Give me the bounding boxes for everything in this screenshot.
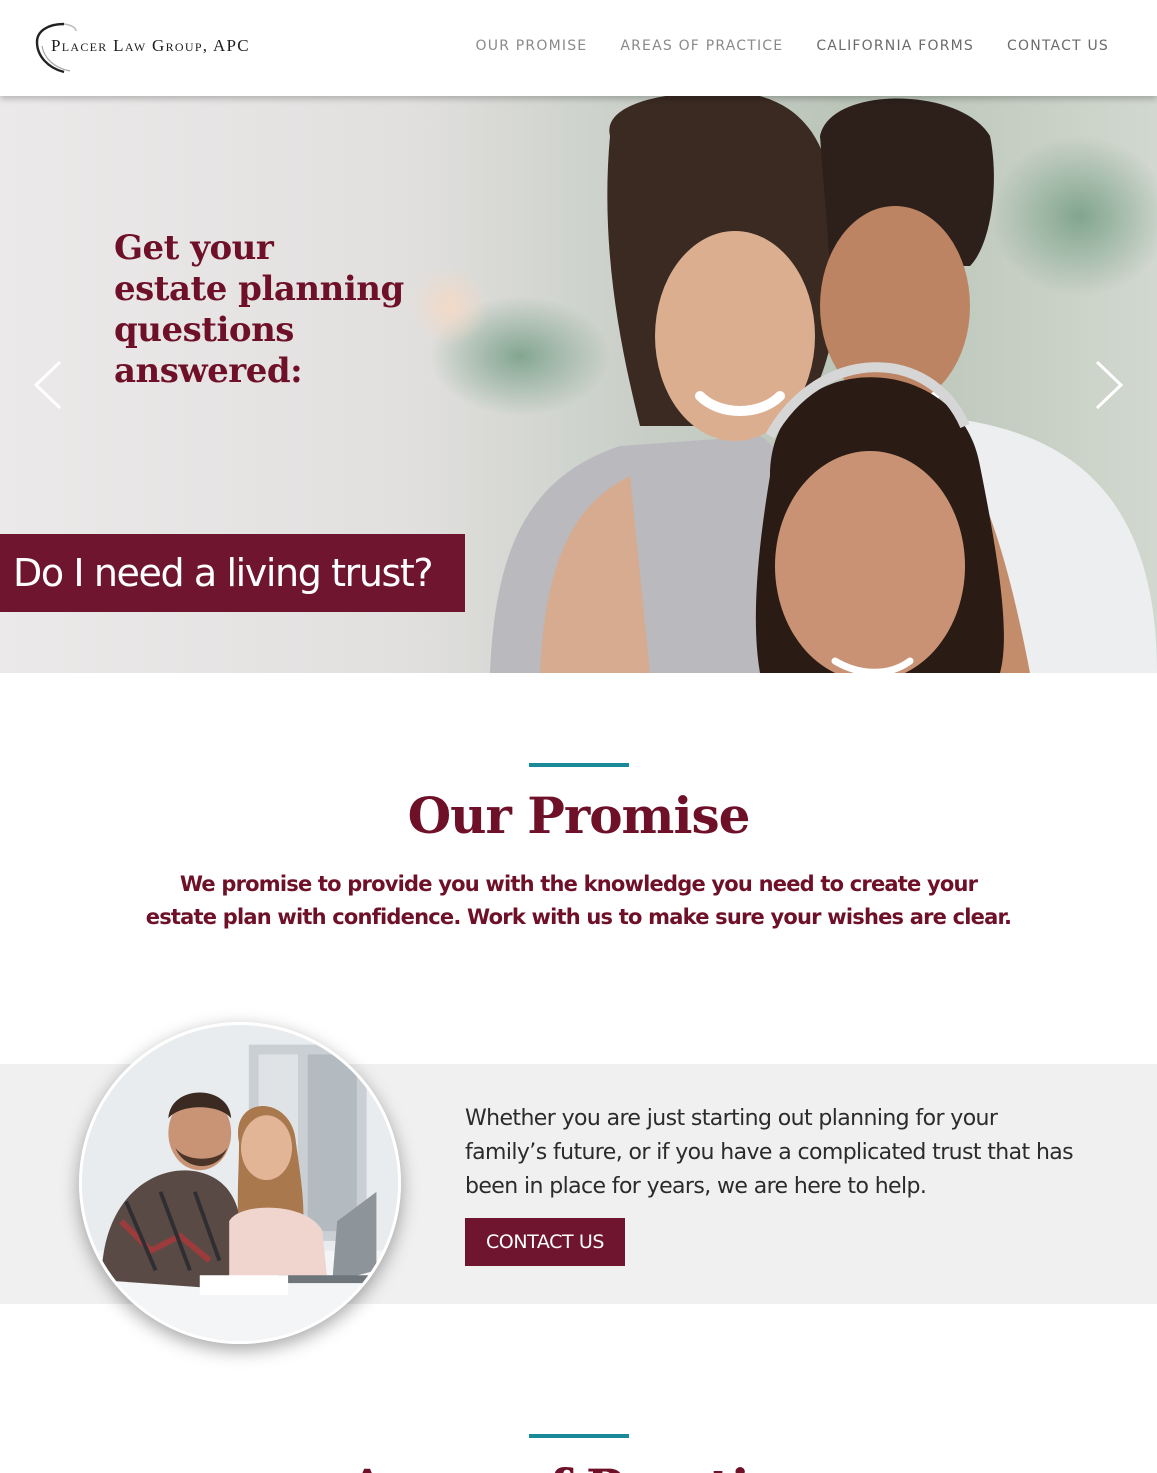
promise-title: Our Promise xyxy=(407,786,751,845)
nav-california-forms[interactable]: CALIFORNIA FORMS xyxy=(816,38,974,54)
logo-text: Placer Law Group, APC xyxy=(51,36,250,55)
main-nav: OUR PROMISE AREAS OF PRACTICE CALIFORNIA… xyxy=(476,38,1109,54)
hero-question-banner[interactable]: Do I need a living trust? xyxy=(0,534,465,612)
hero-heading-line: Get your xyxy=(114,228,274,268)
chevron-left-icon[interactable] xyxy=(30,358,64,412)
hero-heading-line: estate planning xyxy=(114,269,404,309)
hero-heading-line: questions xyxy=(114,310,294,350)
promise-text-line: estate plan with confidence. Work with u… xyxy=(145,905,1012,929)
section-divider xyxy=(529,763,629,767)
hero-heading: Get your estate planning questions answe… xyxy=(114,228,474,392)
nav-contact-us[interactable]: CONTACT US xyxy=(1007,38,1109,54)
nav-our-promise[interactable]: OUR PROMISE xyxy=(476,38,588,54)
site-logo[interactable]: Placer Law Group, APC xyxy=(34,22,294,74)
couple-photo xyxy=(79,1022,401,1344)
hero-heading-line: answered: xyxy=(114,351,303,391)
hero-question-text: Do I need a living trust? xyxy=(13,551,434,595)
help-text: Whether you are just starting out planni… xyxy=(465,1102,1085,1204)
nav-areas-of-practice[interactable]: AREAS OF PRACTICE xyxy=(620,38,783,54)
promise-text: We promise to provide you with the knowl… xyxy=(140,868,1017,934)
promise-text-line: We promise to provide you with the knowl… xyxy=(179,872,978,896)
help-text-line: family’s future, or if you have a compli… xyxy=(465,1140,1074,1165)
hero-slider: Get your estate planning questions answe… xyxy=(0,96,1157,673)
help-text-line: been in place for years, we are here to … xyxy=(465,1174,927,1199)
section-divider xyxy=(529,1434,629,1438)
areas-title: Areas of Practice xyxy=(0,1458,1157,1473)
help-text-line: Whether you are just starting out planni… xyxy=(465,1106,998,1131)
chevron-right-icon[interactable] xyxy=(1093,358,1127,412)
contact-us-button[interactable]: CONTACT US xyxy=(465,1218,625,1266)
site-header: Placer Law Group, APC OUR PROMISE AREAS … xyxy=(0,0,1157,96)
